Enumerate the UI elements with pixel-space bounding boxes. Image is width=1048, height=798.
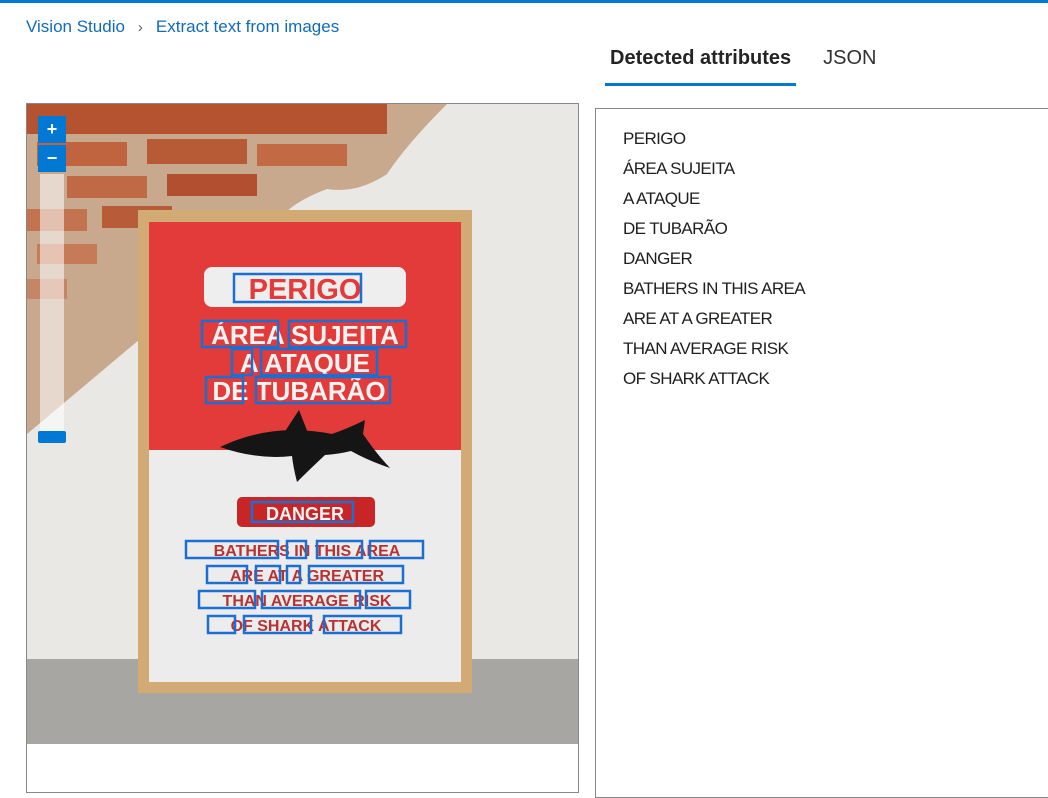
zoom-in-button[interactable]: + xyxy=(38,116,66,143)
detected-line: BATHERS IN THIS AREA xyxy=(623,279,806,298)
tab-json[interactable]: JSON xyxy=(818,44,881,83)
sign-a-ataque: A ATAQUE xyxy=(240,348,370,378)
detected-line: PERIGO xyxy=(623,129,686,148)
breadcrumb-extract-text[interactable]: Extract text from images xyxy=(156,17,339,37)
detected-line: ÁREA SUJEITA xyxy=(623,159,735,178)
analyzed-photo: PERIGO ÁREA SUJEITA A ATAQUE DE TUBARÃO … xyxy=(27,104,578,744)
detected-line: DE TUBARÃO xyxy=(623,219,728,238)
zoom-slider-thumb[interactable] xyxy=(38,431,66,443)
sign-de-tubarao: DE TUBARÃO xyxy=(212,376,385,406)
zoom-slider-track[interactable] xyxy=(40,174,64,434)
detected-text-list: PERIGO ÁREA SUJEITA A ATAQUE DE TUBARÃO … xyxy=(596,109,1048,397)
detected-line: ARE AT A GREATER xyxy=(623,309,773,328)
detected-attributes-panel: PERIGO ÁREA SUJEITA A ATAQUE DE TUBARÃO … xyxy=(595,108,1048,798)
sign-area-sujeita: ÁREA SUJEITA xyxy=(211,320,399,350)
zoom-out-button[interactable]: − xyxy=(38,145,66,172)
chevron-right-icon: › xyxy=(137,18,143,36)
detected-line: A ATAQUE xyxy=(623,189,700,208)
detected-line: DANGER xyxy=(623,249,693,268)
image-viewer: PERIGO ÁREA SUJEITA A ATAQUE DE TUBARÃO … xyxy=(26,103,579,793)
result-tabs: Detected attributes JSON xyxy=(605,44,882,86)
tab-detected-attributes[interactable]: Detected attributes xyxy=(605,44,797,86)
top-accent-bar xyxy=(0,0,1048,3)
breadcrumb-vision-studio[interactable]: Vision Studio xyxy=(26,17,125,37)
breadcrumb: Vision Studio › Extract text from images xyxy=(26,17,339,37)
detected-line: THAN AVERAGE RISK xyxy=(623,339,789,358)
detected-line: OF SHARK ATTACK xyxy=(623,369,770,388)
